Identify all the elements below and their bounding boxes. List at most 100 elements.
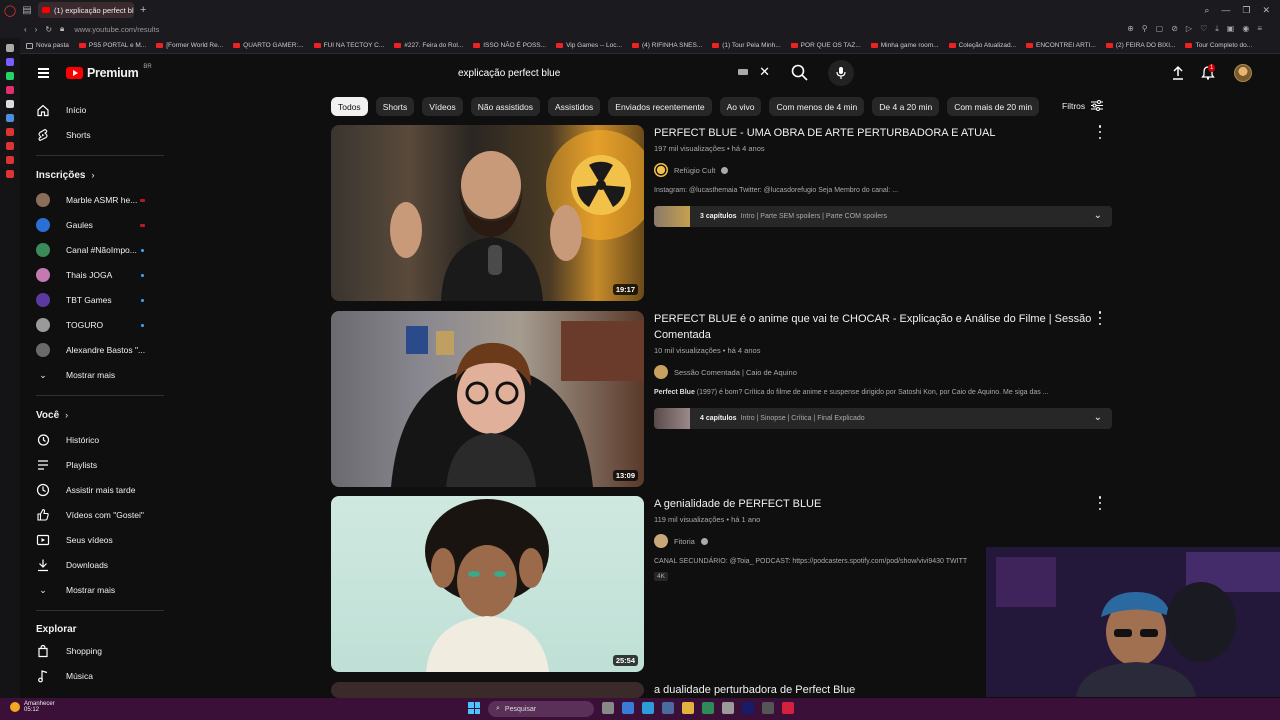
opera-taskbar-icon[interactable] <box>782 702 794 714</box>
filter-chip[interactable]: Com mais de 20 min <box>947 97 1040 116</box>
filter-chip[interactable]: Assistidos <box>548 97 601 116</box>
bookmark-heart-icon[interactable]: ♡ <box>1200 24 1207 34</box>
clear-search-icon[interactable]: ✕ <box>759 64 770 80</box>
sidebar-item-playlists[interactable]: Playlists <box>20 453 170 477</box>
windows-start-icon[interactable] <box>468 702 480 714</box>
search-tabs-icon[interactable]: ⌕ <box>1204 5 1209 16</box>
sidebar-item-music[interactable]: Música <box>20 664 170 688</box>
youtube-premium-logo[interactable]: Premium BR <box>66 64 152 80</box>
bookmark-item[interactable]: PS5 PORTAL e M... <box>78 42 146 49</box>
you-heading[interactable]: Você › <box>36 410 68 421</box>
sidebar-item-liked-videos[interactable]: Vídeos com "Gostei" <box>20 503 170 527</box>
bookmark-item[interactable]: POR QUE OS TAZ... <box>790 42 861 49</box>
reload-icon[interactable]: ↻ <box>45 25 52 34</box>
upload-icon[interactable] <box>1170 65 1186 81</box>
filter-chip[interactable]: Todos <box>331 97 368 116</box>
opera-menu-icon[interactable]: ◯ <box>0 0 20 20</box>
voice-search-button[interactable] <box>828 60 854 86</box>
taskbar-search-input[interactable]: ⌕ Pesquisar <box>488 701 594 717</box>
filter-chip[interactable]: De 4 a 20 min <box>872 97 940 116</box>
sidebar-instagram-icon[interactable] <box>6 86 14 94</box>
channel-link[interactable]: Fitoria <box>654 534 1094 548</box>
search-input[interactable]: explicação perfect blue ✕ <box>448 61 786 85</box>
sidebar-history-icon[interactable] <box>6 128 14 136</box>
search-icon[interactable] <box>790 63 810 83</box>
sidebar-pinboard-icon[interactable] <box>6 142 14 150</box>
filters-button[interactable]: Filtros <box>1062 100 1104 111</box>
video-thumbnail[interactable]: 13:09 <box>331 311 644 487</box>
bookmark-item[interactable]: (2) FEIRA DO BIXI... <box>1105 42 1175 49</box>
adblock-icon[interactable]: ⊘ <box>1171 24 1178 34</box>
bookmark-item[interactable]: (4) RIFINHA SNES... <box>631 42 702 49</box>
bookmark-item[interactable]: ISSO NÃO É POSS... <box>473 42 546 49</box>
video-thumbnail[interactable] <box>331 682 644 698</box>
more-actions-icon[interactable] <box>1097 496 1103 510</box>
filter-chip[interactable]: Shorts <box>375 97 415 116</box>
task-view-icon[interactable] <box>602 702 614 714</box>
download-icon[interactable]: ⤓ <box>1215 24 1219 34</box>
sidebar-item-shopping[interactable]: Shopping <box>20 639 170 663</box>
chapters-expander[interactable]: 4 capítulos Intro | Sinopse | Crítica | … <box>654 408 1112 429</box>
account-avatar[interactable] <box>1234 64 1252 82</box>
filter-chip[interactable]: Enviados recentemente <box>608 97 712 116</box>
premiere-icon[interactable] <box>742 702 754 714</box>
keyboard-icon[interactable] <box>738 69 748 75</box>
video-thumbnail[interactable]: 25:54 <box>331 496 644 672</box>
sidebar-clock-icon[interactable] <box>6 156 14 164</box>
app-icon[interactable] <box>662 702 674 714</box>
bookmark-item[interactable]: [Former World Re... <box>156 42 223 49</box>
new-tab-button[interactable]: + <box>140 4 146 16</box>
sidebar-whatsapp-icon[interactable] <box>6 72 14 80</box>
show-more-you-button[interactable]: ⌄ Mostrar mais <box>20 578 170 602</box>
filter-chip[interactable]: Ao vivo <box>719 97 762 116</box>
sidebar-item-shorts[interactable]: Shorts <box>20 123 170 147</box>
filter-chip[interactable]: Com menos de 4 min <box>769 97 865 116</box>
chapters-expander[interactable]: 3 capítulos Intro | Parte SEM spoilers |… <box>654 206 1112 227</box>
forward-icon[interactable]: › <box>35 25 38 34</box>
browser-tab-active[interactable]: (1) explicação perfect blue × <box>38 2 134 18</box>
video-title[interactable]: PERFECT BLUE é o anime que vai te CHOCAR… <box>654 311 1094 343</box>
sidebar-item-history[interactable]: Histórico <box>20 428 170 452</box>
zoom-icon[interactable]: ⊕ <box>1127 24 1134 34</box>
channel-link[interactable]: Refúgio Cult <box>654 163 1094 177</box>
filter-chip[interactable]: Não assistidos <box>470 97 541 116</box>
sidebar-subscription-item[interactable]: Marble ASMR he... <box>20 188 170 212</box>
player-icon[interactable]: ▷ <box>1186 24 1192 34</box>
sidebar-subscription-item[interactable]: TOGURO <box>20 313 170 337</box>
more-actions-icon[interactable] <box>1097 125 1103 139</box>
sidebar-subscription-item[interactable]: Gaules <box>20 213 170 237</box>
video-title[interactable]: PERFECT BLUE - UMA OBRA DE ARTE PERTURBA… <box>654 125 1094 141</box>
video-thumbnail[interactable]: 19:17 <box>331 125 644 301</box>
sidebar-item-home[interactable]: Início <box>20 98 170 122</box>
show-more-subscriptions-button[interactable]: ⌄ Mostrar mais <box>20 363 170 387</box>
bookmark-item[interactable]: ENCONTREI ARTI... <box>1026 42 1096 49</box>
workspaces-icon[interactable]: ▤ <box>20 5 34 16</box>
menu-icon[interactable]: ≡ <box>1257 24 1262 34</box>
sidebar-item-downloads[interactable]: Downloads <box>20 553 170 577</box>
bookmark-item[interactable]: FUI NA TECTOY C... <box>313 42 384 49</box>
bookmark-item[interactable]: #227. Feira do Rol... <box>394 42 463 49</box>
extensions-icon[interactable]: ▣ <box>1227 24 1235 34</box>
guide-menu-icon[interactable] <box>38 68 49 78</box>
sidebar-aria-icon[interactable] <box>6 44 14 52</box>
channel-link[interactable]: Sessão Comentada | Caio de Aquino <box>654 365 1094 379</box>
app-icon[interactable] <box>622 702 634 714</box>
bookmark-item[interactable]: Vip Games -- Loc... <box>556 42 622 49</box>
app-icon[interactable] <box>702 702 714 714</box>
more-actions-icon[interactable] <box>1097 311 1103 325</box>
bookmark-item[interactable]: QUARTO GAMER:... <box>233 42 304 49</box>
file-explorer-icon[interactable] <box>682 702 694 714</box>
video-title[interactable]: A genialidade de PERFECT BLUE <box>654 496 1094 512</box>
minimize-button[interactable]: — <box>1221 5 1230 16</box>
bookmark-item[interactable]: Coleção Atualizad... <box>948 42 1016 49</box>
maximize-button[interactable]: ❐ <box>1242 5 1250 16</box>
pin-icon[interactable]: ⚲ <box>1142 24 1148 34</box>
sidebar-item-your-videos[interactable]: Seus vídeos <box>20 528 170 552</box>
sidebar-subscription-item[interactable]: Thais JOGA <box>20 263 170 287</box>
bookmark-item[interactable]: Tour Completo do... <box>1185 42 1252 49</box>
app-icon[interactable] <box>762 702 774 714</box>
filter-chip[interactable]: Vídeos <box>422 97 463 116</box>
weather-widget[interactable]: Amanhecer 05:12 <box>10 701 55 713</box>
profile-icon[interactable]: ◉ <box>1242 24 1249 34</box>
subscriptions-heading[interactable]: Inscrições › <box>36 170 94 181</box>
